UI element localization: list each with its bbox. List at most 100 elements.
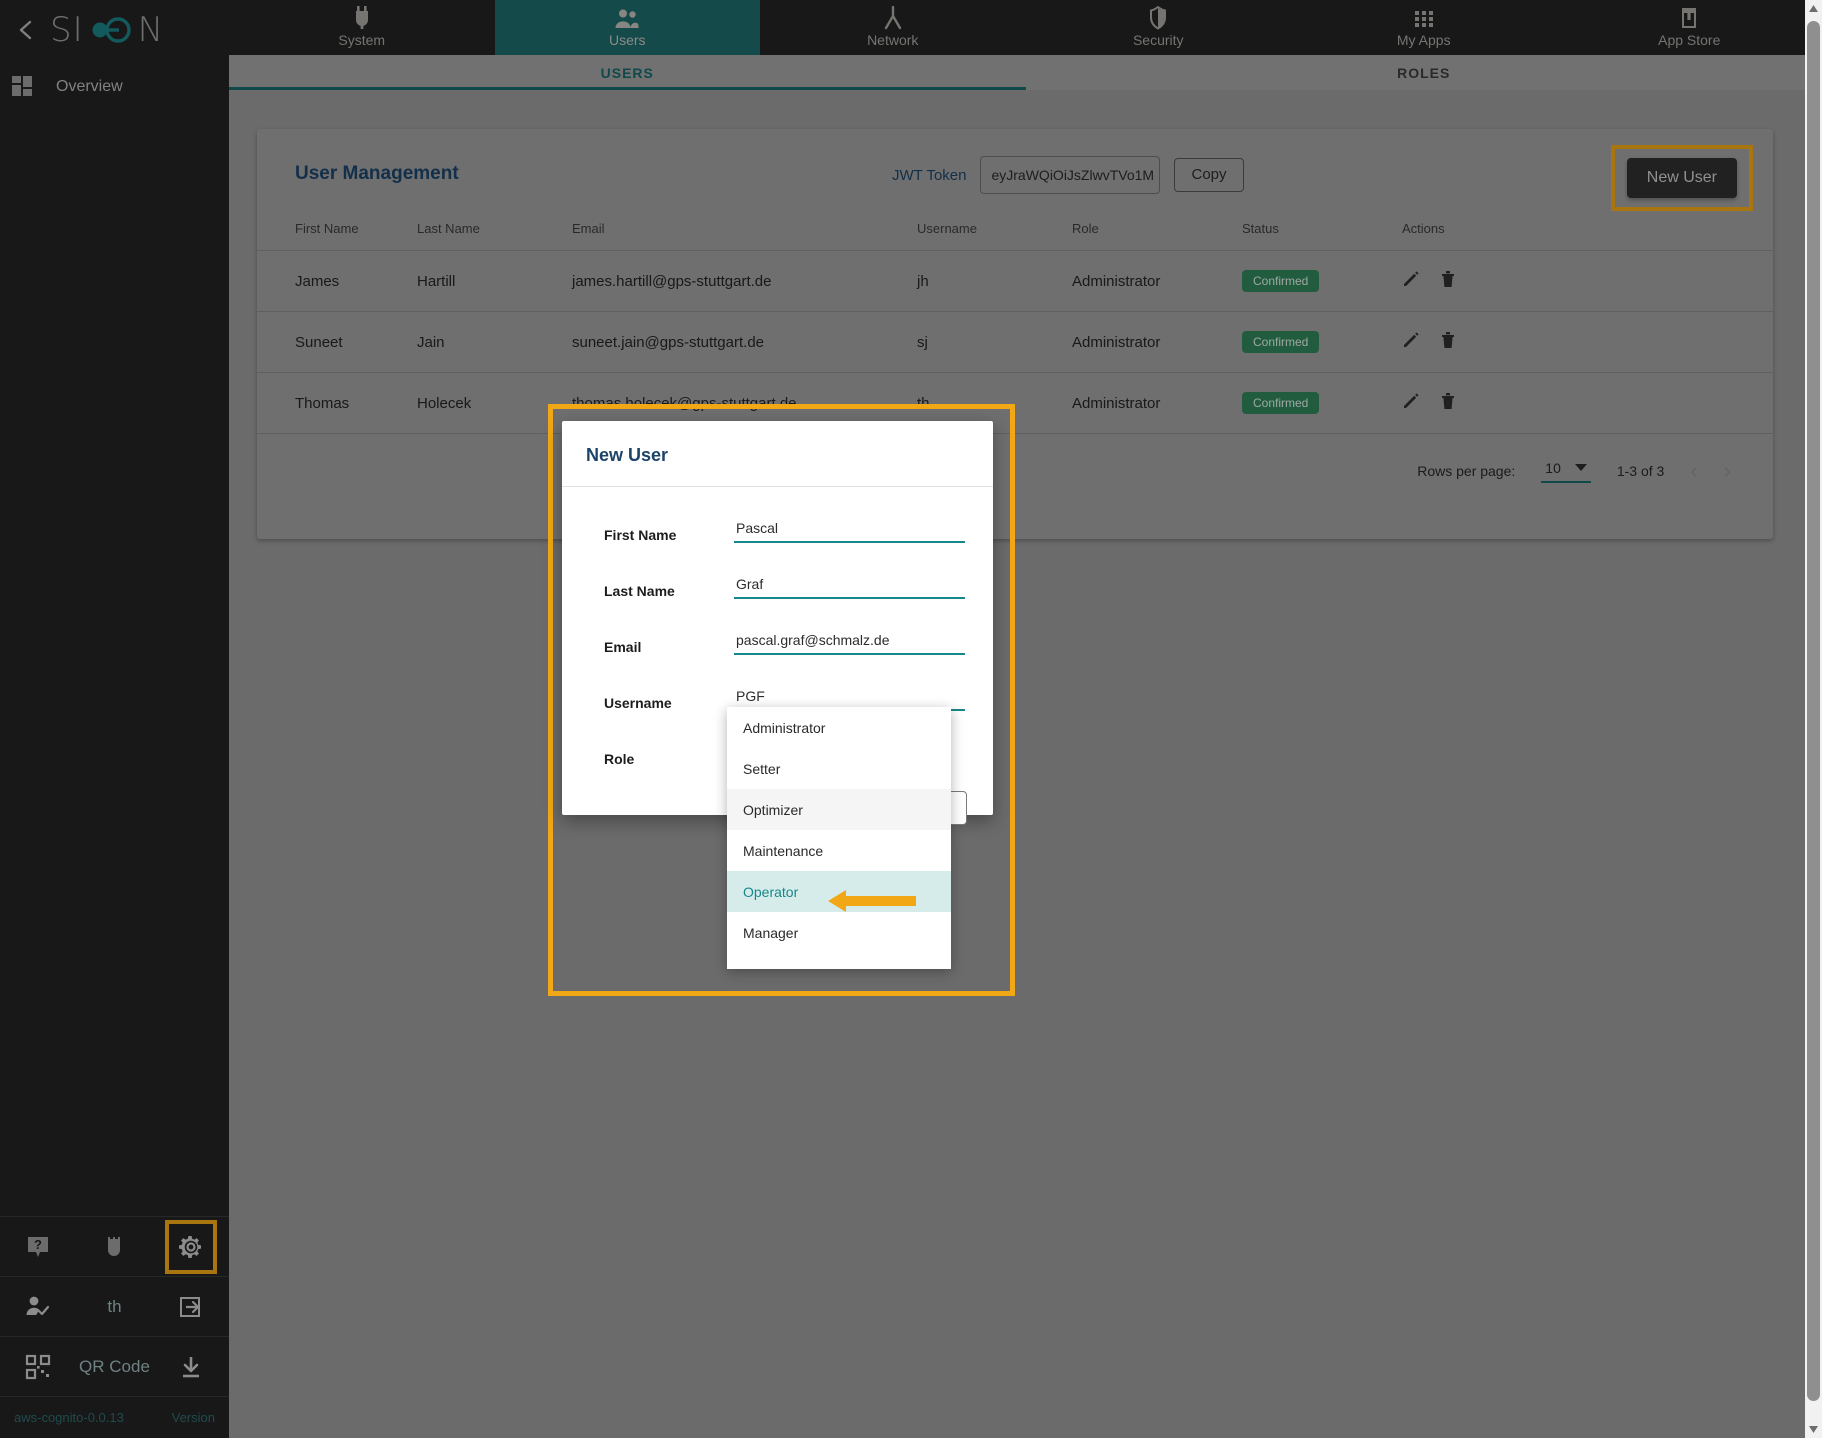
nav-item-system-label: System [338,32,385,48]
sub-tab-bar: USERS ROLES [229,55,1822,90]
help-button[interactable]: ? [0,1217,76,1277]
cell-role: Administrator [1072,312,1242,373]
usb-plug-icon [102,1233,126,1261]
sidebar-bottom-row-3: QR Code [0,1336,229,1396]
scroll-up-button[interactable] [1805,0,1822,17]
row-actions [1402,331,1773,353]
nav-item-app-store[interactable]: App Store [1557,0,1822,55]
nav-item-users[interactable]: Users [495,0,761,55]
role-option-setter-label: Setter [743,761,780,777]
col-header-last-name[interactable]: Last Name [417,221,572,251]
nav-item-app-store-label: App Store [1658,32,1720,48]
role-label: Role [604,751,734,767]
role-option-operator-label: Operator [743,884,798,900]
delete-trash-icon[interactable] [1440,392,1456,414]
dialog-title: New User [562,421,993,466]
prev-page-button[interactable]: ‹ [1690,458,1697,484]
delete-trash-icon[interactable] [1440,270,1456,292]
collapse-sidebar-button[interactable] [14,18,38,42]
tab-roles[interactable]: ROLES [1026,55,1822,90]
edit-pencil-icon[interactable] [1402,392,1420,414]
jwt-token-value[interactable]: eyJraWQiOiJsZlwvTVo1M [980,156,1160,194]
app-root: SI N Overview [0,0,1822,1438]
dashboard-grid-icon [10,74,36,100]
col-header-status[interactable]: Status [1242,221,1402,251]
download-button[interactable] [153,1337,229,1397]
cell-last-name: Jain [417,312,572,373]
sicon-logo: SI N [50,10,164,50]
scrollbar-thumb[interactable] [1807,21,1820,1401]
nav-item-network[interactable]: Network [760,0,1026,55]
next-page-button[interactable]: › [1724,458,1731,484]
first-name-label: First Name [604,527,734,543]
table-row[interactable]: Thomas Holecek thomas.holecek@gps-stuttg… [257,373,1773,434]
nav-item-network-label: Network [867,32,918,48]
col-header-email[interactable]: Email [572,221,917,251]
top-navigation: System Users Network [229,0,1822,55]
sidebar-bottom-row-1: ? [0,1216,229,1276]
col-header-role[interactable]: Role [1072,221,1242,251]
settings-gear-button[interactable] [153,1217,229,1277]
usb-device-button[interactable] [76,1217,152,1277]
role-option-optimizer-label: Optimizer [743,802,803,818]
edit-pencil-icon[interactable] [1402,270,1420,292]
rows-per-page-label: Rows per page: [1417,463,1515,479]
main-content: User Management JWT Token eyJraWQiOiJsZl… [229,90,1807,1438]
svg-text:?: ? [34,1237,42,1252]
annotation-arrow-left-icon [828,888,916,914]
table-row[interactable]: James Hartill james.hartill@gps-stuttgar… [257,251,1773,312]
role-option-maintenance[interactable]: Maintenance [727,830,951,871]
logo-text-right: N [138,10,164,50]
cell-username: sj [917,312,1072,373]
user-account-button[interactable] [0,1277,76,1337]
row-actions [1402,270,1773,292]
new-user-button[interactable]: New User [1627,158,1737,198]
tab-roles-label: ROLES [1397,65,1450,81]
page-title: User Management [295,163,459,185]
copy-button[interactable]: Copy [1174,158,1243,192]
new-user-highlight-box: New User [1611,145,1753,211]
role-option-administrator[interactable]: Administrator [727,707,951,748]
col-header-username[interactable]: Username [917,221,1072,251]
cell-username: jh [917,251,1072,312]
role-option-administrator-label: Administrator [743,720,825,736]
cell-email: james.hartill@gps-stuttgart.de [572,251,917,312]
delete-trash-icon[interactable] [1440,331,1456,353]
version-bar: aws-cognito-0.0.13 Version [0,1396,229,1438]
sidebar-item-overview[interactable]: Overview [0,60,229,114]
user-management-card: User Management JWT Token eyJraWQiOiJsZl… [257,129,1773,539]
vertical-scrollbar[interactable] [1805,0,1822,1438]
nav-item-users-label: Users [609,32,646,48]
cell-status: Confirmed [1242,312,1402,373]
email-input[interactable] [734,632,965,655]
form-row-first-name: First Name [562,487,993,543]
rows-per-page-select[interactable]: 10 [1541,460,1591,483]
qr-code-button[interactable] [0,1337,76,1397]
col-header-first-name[interactable]: First Name [257,221,417,251]
download-icon [178,1354,204,1380]
nav-item-my-apps[interactable]: My Apps [1291,0,1557,55]
role-option-manager[interactable]: Manager [727,912,951,953]
form-row-last-name: Last Name [562,543,993,599]
users-table-head: First Name Last Name Email Username Role… [257,221,1773,251]
last-name-input[interactable] [734,576,965,599]
scroll-down-button[interactable] [1805,1421,1822,1438]
cell-actions [1402,312,1773,373]
first-name-input[interactable] [734,520,965,543]
nav-item-system[interactable]: System [229,0,495,55]
user-check-icon [25,1294,51,1320]
scrollbar-track[interactable] [1805,17,1822,1421]
logout-button[interactable] [153,1277,229,1337]
table-row[interactable]: Suneet Jain suneet.jain@gps-stuttgart.de… [257,312,1773,373]
form-row-username: Username [562,655,993,711]
role-option-manager-label: Manager [743,925,798,941]
email-label: Email [604,639,734,655]
role-option-optimizer[interactable]: Optimizer [727,789,951,830]
nav-item-security[interactable]: Security [1026,0,1292,55]
role-option-setter[interactable]: Setter [727,748,951,789]
jwt-token-group: JWT Token eyJraWQiOiJsZlwvTVo1M Copy [892,156,1244,194]
edit-pencil-icon[interactable] [1402,331,1420,353]
people-icon [614,8,640,30]
tab-users-label: USERS [601,65,654,81]
tab-users[interactable]: USERS [229,55,1026,90]
